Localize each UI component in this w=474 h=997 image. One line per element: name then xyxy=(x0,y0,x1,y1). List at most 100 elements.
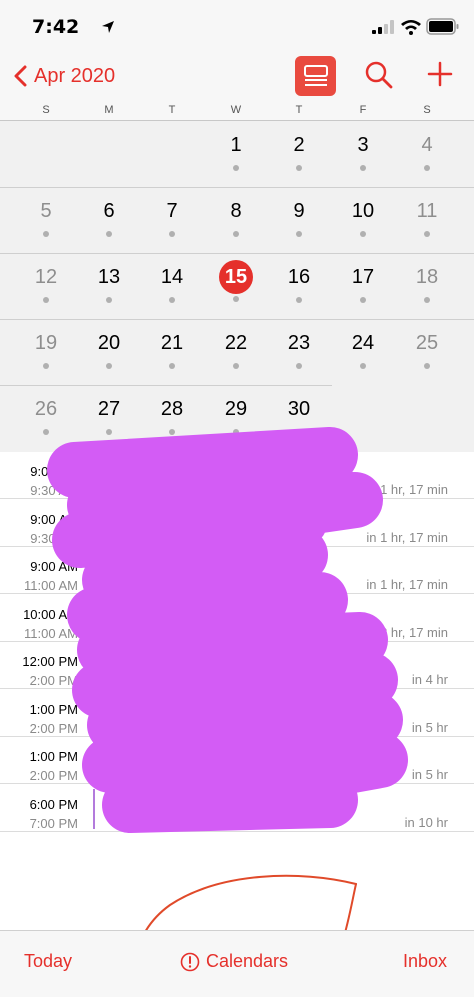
day-cell[interactable]: 9 xyxy=(274,199,324,237)
day-cell[interactable]: 20 xyxy=(84,331,134,369)
nav-bar: Apr 2020 xyxy=(0,48,474,102)
day-number: 25 xyxy=(415,332,439,354)
day-number: 3 xyxy=(357,134,369,156)
event-calendar-bar xyxy=(93,503,95,544)
day-cell[interactable]: 25 xyxy=(402,331,452,369)
day-cell[interactable]: 29 xyxy=(211,397,261,435)
event-dot xyxy=(169,429,175,435)
event-start-time: 12:00 PM xyxy=(22,654,78,669)
event-row[interactable]: 10:00 AM 11:00 AM in 2 hr, 17 min xyxy=(0,595,474,642)
back-month-button[interactable]: Apr 2020 xyxy=(12,62,115,90)
event-dot xyxy=(106,429,112,435)
day-cell[interactable]: 14 xyxy=(147,265,197,303)
event-title: St xyxy=(106,794,121,812)
event-dot xyxy=(424,165,430,171)
day-cell[interactable]: 21 xyxy=(147,331,197,369)
event-row[interactable]: 9:00 AM 11:00 AM Win 1 hr, 17 min xyxy=(0,547,474,594)
day-number: 20 xyxy=(97,332,121,354)
event-dot xyxy=(424,363,430,369)
event-dot xyxy=(233,429,239,435)
event-start-time: 1:00 PM xyxy=(29,701,78,717)
day-cell[interactable]: 24 xyxy=(338,331,388,369)
day-number: 21 xyxy=(160,332,184,354)
day-cell[interactable]: 30 xyxy=(274,397,324,435)
event-dot xyxy=(233,296,239,302)
day-cell[interactable]: 4 xyxy=(402,133,452,171)
weekday-label: T xyxy=(168,104,176,116)
event-end-time: 9:30 AM xyxy=(30,530,78,546)
event-dot xyxy=(106,231,112,237)
day-number: 6 xyxy=(103,200,115,222)
event-start-time: 9:00 AM xyxy=(30,464,78,479)
day-cell[interactable]: 12 xyxy=(21,265,71,303)
event-row[interactable]: 6:00 PM 7:00 PM St in 10 hr xyxy=(0,785,474,832)
day-cell[interactable]: 16 xyxy=(274,265,324,303)
back-month-label: Apr 2020 xyxy=(34,64,116,87)
chevron-left-icon xyxy=(14,65,27,87)
event-dot xyxy=(43,429,49,435)
day-number: 11 xyxy=(416,200,438,222)
event-dot xyxy=(169,297,175,303)
event-title: not mee... xyxy=(106,747,173,764)
add-event-icon[interactable] xyxy=(426,60,454,88)
event-calendar-bar xyxy=(93,741,95,781)
day-cell[interactable]: 23 xyxy=(274,331,324,369)
day-number: 19 xyxy=(34,332,58,354)
event-row[interactable]: 1:00 PM 2:00 PM not mee... in 5 hr xyxy=(0,690,474,737)
day-cell[interactable]: 11 xyxy=(402,199,452,237)
day-cell[interactable]: 5 xyxy=(21,199,71,237)
event-row[interactable]: 12:00 PM 2:00 PM in 4 hr xyxy=(0,642,474,689)
location-arrow-icon xyxy=(102,21,114,33)
day-cell[interactable]: 26 xyxy=(21,397,71,435)
event-dot xyxy=(106,297,112,303)
event-dot xyxy=(169,363,175,369)
day-number: 29 xyxy=(224,398,248,420)
event-row[interactable]: 1:00 PM 2:00 PM not mee... in 5 hr xyxy=(0,737,474,784)
day-cell[interactable]: 2 xyxy=(274,133,324,171)
event-dot xyxy=(296,363,302,369)
list-view-button[interactable] xyxy=(295,56,336,96)
day-number: 10 xyxy=(351,200,375,222)
weekday-label: M xyxy=(104,104,114,116)
search-icon[interactable] xyxy=(364,60,394,90)
day-cell[interactable]: 17 xyxy=(338,265,388,303)
day-cell[interactable]: 27 xyxy=(84,397,134,435)
day-cell[interactable]: 6 xyxy=(84,199,134,237)
day-cell[interactable]: 28 xyxy=(147,397,197,435)
tab-calendars[interactable]: Calendars xyxy=(180,951,288,972)
day-cell[interactable]: 10 xyxy=(338,199,388,237)
day-cell[interactable]: 7 xyxy=(147,199,197,237)
day-cell[interactable]: 1 xyxy=(211,133,261,171)
tab-inbox[interactable]: Inbox xyxy=(403,951,447,972)
day-cell[interactable]: 22 xyxy=(211,331,261,369)
day-number: 26 xyxy=(34,398,58,420)
event-dot xyxy=(296,165,302,171)
tab-bar: Today Calendars Inbox xyxy=(0,930,474,997)
event-calendar-bar xyxy=(93,646,95,686)
event-dot xyxy=(424,297,430,303)
event-relative-time: in 5 hr xyxy=(411,767,448,782)
tab-calendars-label: Calendars xyxy=(206,951,289,971)
day-number: 12 xyxy=(34,266,58,288)
event-dot xyxy=(360,165,366,171)
day-number: 5 xyxy=(40,200,52,222)
week-separator xyxy=(0,319,474,320)
event-row[interactable]: 9:00 AM 9:30 AM in 1 hr, 17 min xyxy=(0,500,474,547)
day-cell[interactable]: 13 xyxy=(84,265,134,303)
event-calendar-bar xyxy=(93,551,95,591)
day-number: 27 xyxy=(97,398,121,420)
day-cell-today[interactable]: 15 xyxy=(211,260,261,302)
event-row[interactable]: 9:00 AM 9:30 AM Fam in 1 hr, 17 min xyxy=(0,452,474,499)
day-cell[interactable]: 8 xyxy=(211,199,261,237)
day-cell[interactable]: 3 xyxy=(338,133,388,171)
tab-today[interactable]: Today xyxy=(24,951,72,972)
event-end-time: 2:00 PM xyxy=(29,720,78,736)
event-relative-time: in 1 hr, 17 min xyxy=(366,529,448,545)
weekday-label: S xyxy=(423,104,431,116)
event-start-time: 6:00 PM xyxy=(29,796,78,812)
day-cell[interactable]: 18 xyxy=(402,265,452,303)
day-cell[interactable]: 19 xyxy=(21,331,71,369)
event-dot xyxy=(233,363,239,369)
day-number: 16 xyxy=(287,266,311,288)
event-relative-time: in 2 hr, 17 min xyxy=(366,624,448,640)
